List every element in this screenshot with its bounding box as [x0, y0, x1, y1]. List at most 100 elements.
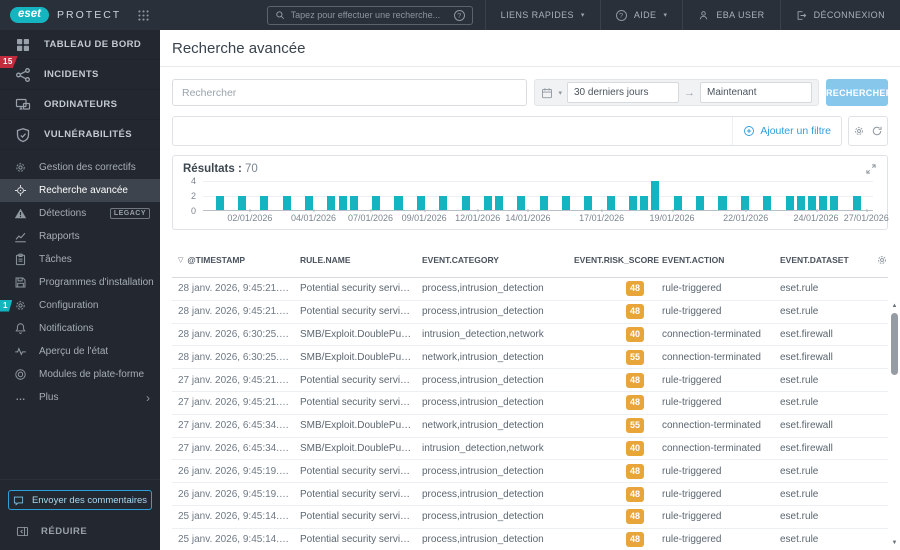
- sidebar-item-advanced-search[interactable]: Recherche avancée: [0, 179, 160, 202]
- column-settings-gear-icon[interactable]: [876, 254, 888, 266]
- table-row[interactable]: 28 janv. 2026, 6:30:25.789 SMB/Exploit.Do…: [172, 346, 888, 370]
- chart-bar[interactable]: [439, 195, 448, 210]
- table-scrollbar[interactable]: ▲ ▼: [890, 302, 899, 547]
- chart-bar[interactable]: [819, 195, 828, 210]
- sidebar-item-installers[interactable]: Programmes d'installation: [0, 271, 160, 294]
- chart-bar[interactable]: [785, 195, 794, 210]
- chart-bar[interactable]: [673, 195, 682, 210]
- collapse-sidebar-button[interactable]: RÉDUIRE: [8, 525, 152, 538]
- sidebar-item-incidents[interactable]: 15 INCIDENTS: [0, 56, 160, 90]
- chart-bar[interactable]: [562, 195, 571, 210]
- quick-links-menu[interactable]: LIENS RAPIDES ▾: [484, 0, 600, 30]
- date-from-input[interactable]: [567, 82, 679, 103]
- table-row[interactable]: 28 janv. 2026, 9:45:21.071 Potential secu…: [172, 278, 888, 301]
- chart-bar[interactable]: [394, 195, 403, 210]
- column-header-event-category[interactable]: EVENT.CATEGORY: [422, 255, 574, 265]
- sidebar-item-more[interactable]: … Plus ›: [0, 386, 160, 409]
- chart-bar[interactable]: [282, 195, 291, 210]
- chart-bar[interactable]: [483, 195, 492, 210]
- chart-bar[interactable]: [830, 195, 839, 210]
- table-row[interactable]: 25 janv. 2026, 9:45:14.142 Potential secu…: [172, 506, 888, 529]
- table-row[interactable]: 27 janv. 2026, 9:45:21.470 Potential secu…: [172, 392, 888, 415]
- chart-bar[interactable]: [416, 195, 425, 210]
- chart-bar[interactable]: [305, 195, 314, 210]
- column-header-timestamp[interactable]: ▽ @TIMESTAMP: [172, 255, 300, 265]
- chevron-down-icon[interactable]: ▾: [558, 89, 562, 97]
- table-row[interactable]: 26 janv. 2026, 9:45:19.133 Potential secu…: [172, 460, 888, 484]
- logout-button[interactable]: DÉCONNEXION: [779, 0, 900, 30]
- table-row[interactable]: 26 janv. 2026, 9:45:19.133 Potential secu…: [172, 483, 888, 506]
- sidebar-item-dashboard[interactable]: TABLEAU DE BORD: [0, 30, 160, 60]
- app-root: eset PROTECT ? LIENS RAPIDES ▾ ? AIDE ▾ …: [0, 0, 900, 550]
- expand-chart-icon[interactable]: [865, 163, 877, 175]
- chart-bar[interactable]: [763, 195, 772, 210]
- global-search[interactable]: ?: [266, 5, 473, 25]
- sidebar-item-reports[interactable]: Rapports: [0, 225, 160, 248]
- global-search-input[interactable]: [290, 10, 448, 20]
- chart-bar[interactable]: [640, 195, 649, 210]
- chart-bar[interactable]: [215, 195, 224, 210]
- column-header-rule-name[interactable]: RULE.NAME: [300, 255, 422, 265]
- calendar-icon[interactable]: [541, 87, 553, 99]
- chart-bar[interactable]: [696, 195, 705, 210]
- chart-bar-slot: [337, 181, 348, 210]
- help-menu[interactable]: ? AIDE ▾: [599, 0, 683, 30]
- chart-bar[interactable]: [584, 195, 593, 210]
- scroll-up-arrow-icon[interactable]: ▲: [892, 302, 898, 310]
- chart-bar[interactable]: [517, 195, 526, 210]
- sidebar-item-vulnerabilities[interactable]: VULNÉRABILITÉS: [0, 120, 160, 150]
- column-header-event-action[interactable]: EVENT.ACTION: [662, 255, 780, 265]
- refresh-icon[interactable]: [871, 125, 883, 137]
- user-menu[interactable]: EBA USER: [682, 0, 779, 30]
- chart-bar[interactable]: [461, 195, 470, 210]
- chart-bar[interactable]: [372, 195, 381, 210]
- chart-bar[interactable]: [260, 195, 269, 210]
- sidebar-item-detections[interactable]: Détections LEGACY: [0, 202, 160, 225]
- sidebar-item-computers[interactable]: ORDINATEURS: [0, 90, 160, 120]
- table-row[interactable]: 27 janv. 2026, 6:45:34.113 SMB/Exploit.Do…: [172, 415, 888, 438]
- chart-bar[interactable]: [606, 195, 615, 210]
- add-filter-button[interactable]: Ajouter un filtre: [732, 117, 841, 145]
- app-launcher-icon[interactable]: [137, 9, 150, 22]
- chart-bar[interactable]: [852, 195, 861, 210]
- sidebar-item-configuration[interactable]: 1 Configuration: [0, 294, 160, 317]
- table-row[interactable]: 28 janv. 2026, 9:45:21.071 Potential secu…: [172, 301, 888, 324]
- search-help-icon[interactable]: ?: [453, 9, 465, 21]
- x-axis-tick-label: 24/01/2026: [793, 209, 839, 223]
- sidebar-item-patch-management[interactable]: Gestion des correctifs: [0, 156, 160, 179]
- table-row[interactable]: 25 janv. 2026, 9:45:14.142 Potential secu…: [172, 529, 888, 550]
- sidebar-item-platform-modules[interactable]: Modules de plate-forme: [0, 363, 160, 386]
- search-button[interactable]: RECHERCHER: [826, 79, 892, 106]
- sidebar-item-status-overview[interactable]: Aperçu de l'état: [0, 340, 160, 363]
- table-row[interactable]: 27 janv. 2026, 9:45:21.470 Potential secu…: [172, 369, 888, 392]
- logout-label: DÉCONNEXION: [813, 10, 885, 20]
- chart-bar[interactable]: [807, 195, 816, 210]
- table-row[interactable]: 28 janv. 2026, 6:30:25.789 SMB/Exploit.Do…: [172, 324, 888, 347]
- cell-event-dataset: eset.firewall: [780, 328, 833, 340]
- chart-bar[interactable]: [629, 195, 638, 210]
- chart-bar[interactable]: [238, 195, 247, 210]
- table-row[interactable]: 27 janv. 2026, 6:45:34.113 SMB/Exploit.Do…: [172, 438, 888, 461]
- chart-bar[interactable]: [651, 181, 660, 210]
- settings-gear-icon[interactable]: [853, 125, 865, 137]
- scrollbar-thumb[interactable]: [891, 313, 898, 375]
- active-filters-box[interactable]: Ajouter un filtre: [172, 116, 842, 146]
- chart-bar[interactable]: [349, 195, 358, 210]
- eset-logo[interactable]: eset: [10, 7, 50, 23]
- sidebar-item-tasks[interactable]: Tâches: [0, 248, 160, 271]
- chart-bar[interactable]: [338, 195, 347, 210]
- scroll-down-arrow-icon[interactable]: ▼: [892, 539, 898, 547]
- chart-bar[interactable]: [718, 195, 727, 210]
- column-header-event-dataset[interactable]: EVENT.DATASET: [780, 255, 866, 265]
- sidebar-item-notifications[interactable]: Notifications: [0, 317, 160, 340]
- chart-bar[interactable]: [327, 195, 336, 210]
- date-to-input[interactable]: [700, 82, 812, 103]
- column-header-event-risk-score[interactable]: EVENT.RISK_SCORE: [574, 255, 662, 265]
- chart-bar[interactable]: [539, 195, 548, 210]
- chart-bar[interactable]: [796, 195, 805, 210]
- query-search-input[interactable]: [172, 79, 528, 106]
- chart-bar[interactable]: [495, 195, 504, 210]
- feedback-button[interactable]: Envoyer des commentaires: [8, 490, 152, 510]
- chart-bar[interactable]: [740, 195, 749, 210]
- cell-rule-name: Potential security service disco...: [300, 306, 422, 318]
